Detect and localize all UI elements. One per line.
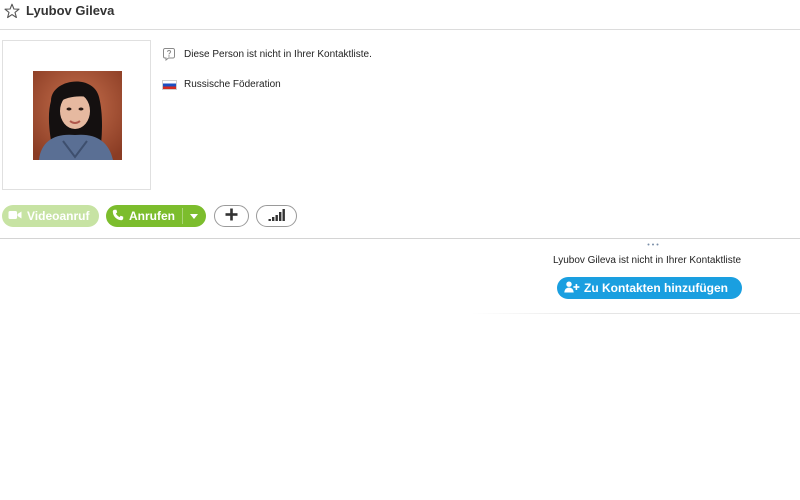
pane-divider[interactable]: [0, 238, 800, 239]
add-to-contacts-button[interactable]: Zu Kontakten hinzufügen: [557, 277, 742, 299]
resize-grip-icon[interactable]: [647, 233, 659, 246]
notice-divider: [470, 313, 800, 314]
video-call-button[interactable]: Videoanruf: [2, 205, 99, 227]
conversation-header: Lyubov Gileva: [0, 0, 800, 30]
chevron-down-icon[interactable]: [190, 214, 198, 219]
country-line: Russische Föderation: [162, 79, 281, 90]
contact-name: Lyubov Gileva: [26, 3, 115, 18]
add-to-contacts-label: Zu Kontakten hinzufügen: [584, 281, 728, 295]
avatar-frame: [2, 40, 151, 190]
call-quality-button[interactable]: [256, 205, 297, 227]
country-text: Russische Föderation: [184, 79, 281, 90]
question-contact-icon: [162, 47, 176, 62]
video-call-label: Videoanruf: [27, 209, 90, 223]
call-label: Anrufen: [129, 209, 175, 223]
contact-status-line: Diese Person ist nicht in Ihrer Kontaktl…: [162, 47, 372, 62]
video-camera-icon: [8, 209, 22, 223]
add-participants-button[interactable]: [214, 205, 249, 227]
signal-bars-icon: [268, 208, 286, 224]
plus-icon: [225, 208, 238, 224]
call-button[interactable]: Anrufen: [106, 205, 206, 227]
contact-status-text: Diese Person ist nicht in Ihrer Kontaktl…: [184, 48, 372, 60]
not-in-contacts-notice: Lyubov Gileva ist nicht in Ihrer Kontakt…: [553, 255, 742, 266]
add-person-icon: [564, 281, 580, 296]
phone-icon: [112, 209, 124, 224]
star-icon[interactable]: [4, 3, 20, 19]
avatar[interactable]: [33, 71, 122, 160]
russia-flag-icon: [162, 79, 177, 90]
call-split-divider: [182, 208, 183, 224]
